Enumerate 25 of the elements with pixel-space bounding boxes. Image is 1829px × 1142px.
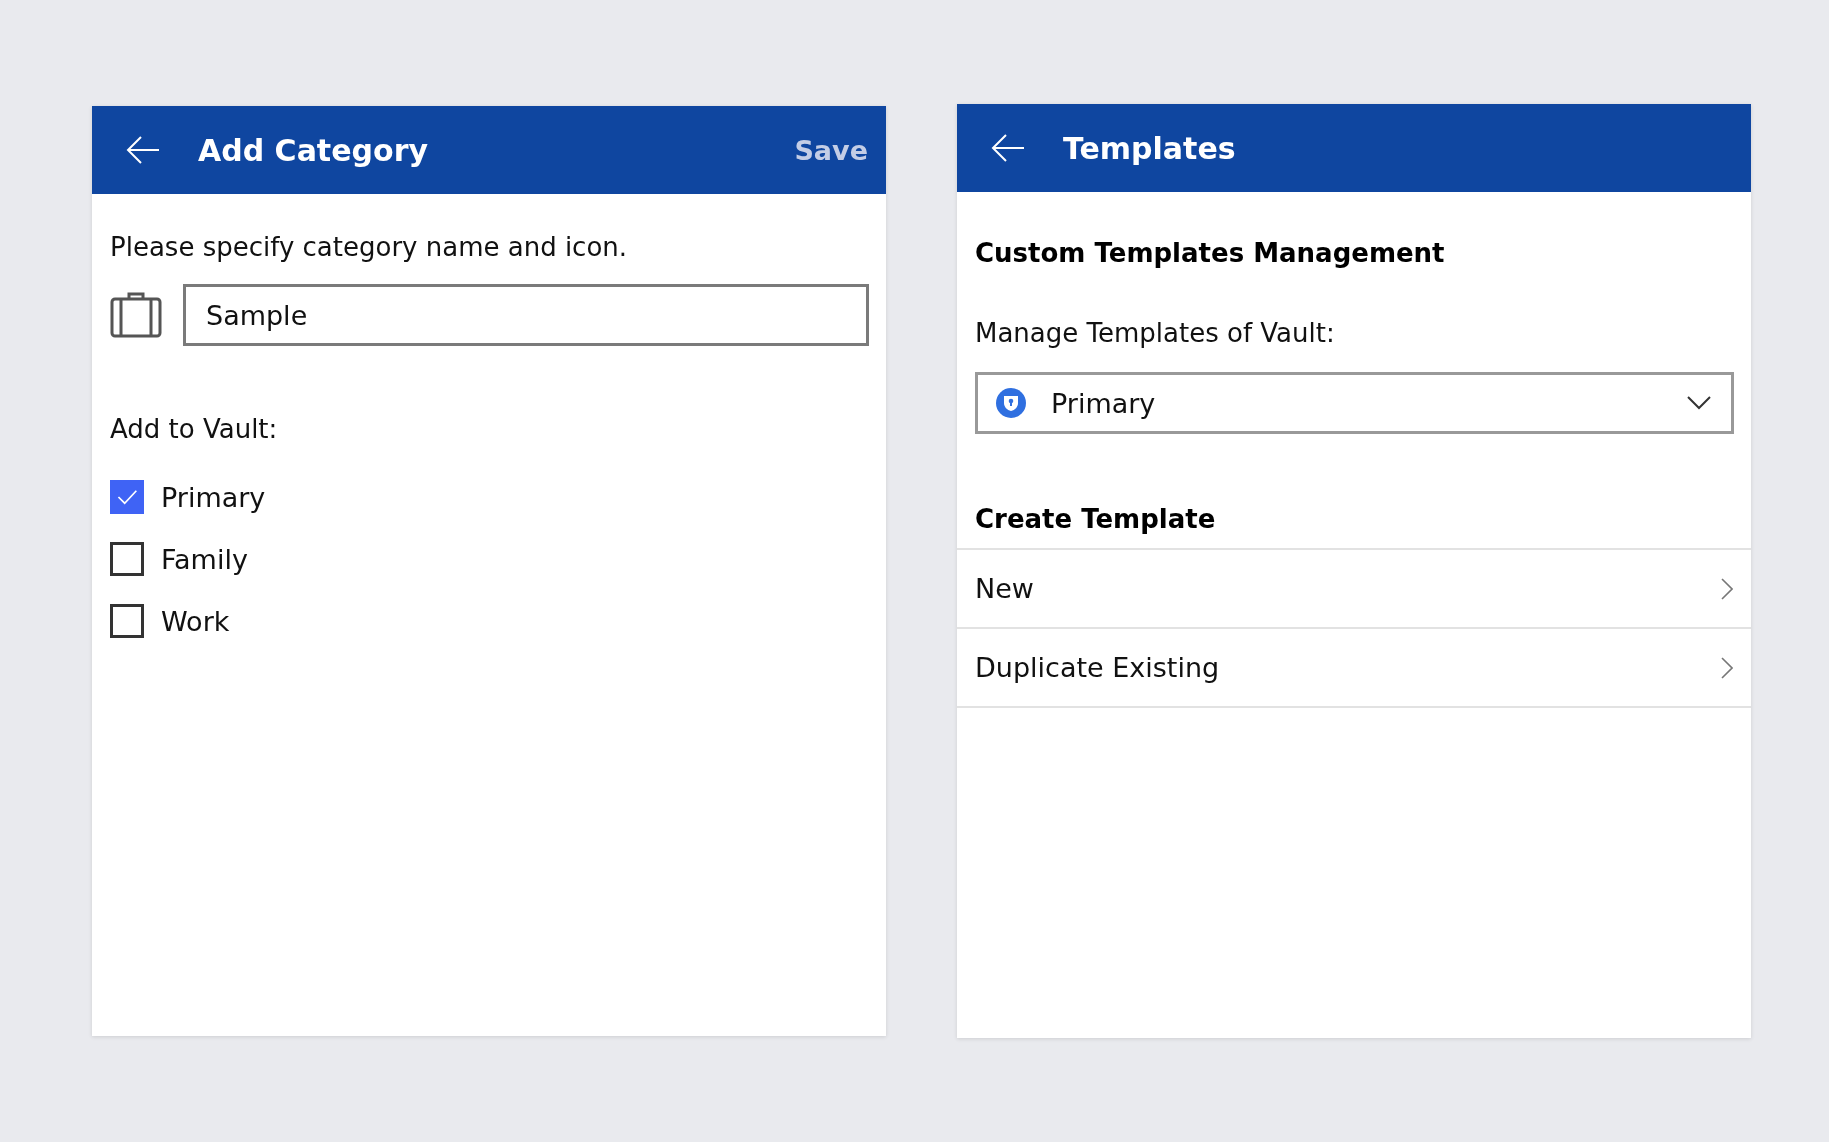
- panel-title: Templates: [1063, 130, 1237, 166]
- chevron-right-icon: [1721, 577, 1733, 600]
- briefcase-icon[interactable]: [110, 292, 162, 338]
- menu-item[interactable]: Duplicate Existing: [957, 629, 1751, 708]
- instruction-text: Please specify category name and icon.: [110, 232, 629, 262]
- checkbox-label[interactable]: Family: [161, 543, 248, 575]
- shield-icon: [995, 387, 1027, 419]
- checkbox-label[interactable]: Primary: [161, 481, 266, 513]
- checkbox-label[interactable]: Work: [161, 605, 230, 637]
- checkbox[interactable]: [110, 542, 144, 576]
- chevron-right-icon: [1721, 656, 1733, 679]
- chevron-down-icon: [1687, 396, 1711, 410]
- vault-label: Manage Templates of Vault:: [975, 318, 1336, 348]
- vault-label: Add to Vault:: [110, 414, 279, 444]
- back-arrow-icon[interactable]: [991, 133, 1025, 163]
- checkbox[interactable]: [110, 480, 144, 514]
- category-name-field[interactable]: Sample: [183, 284, 869, 346]
- checkbox[interactable]: [110, 604, 144, 638]
- vault-dropdown[interactable]: Primary: [975, 372, 1734, 434]
- panel-title: Add Category: [198, 132, 429, 168]
- back-arrow-icon[interactable]: [126, 135, 160, 165]
- menu-item[interactable]: New: [957, 550, 1751, 629]
- save-button[interactable]: Save: [794, 134, 868, 166]
- section-heading: Create Template: [975, 504, 1217, 536]
- section-heading: Custom Templates Management: [975, 238, 1446, 268]
